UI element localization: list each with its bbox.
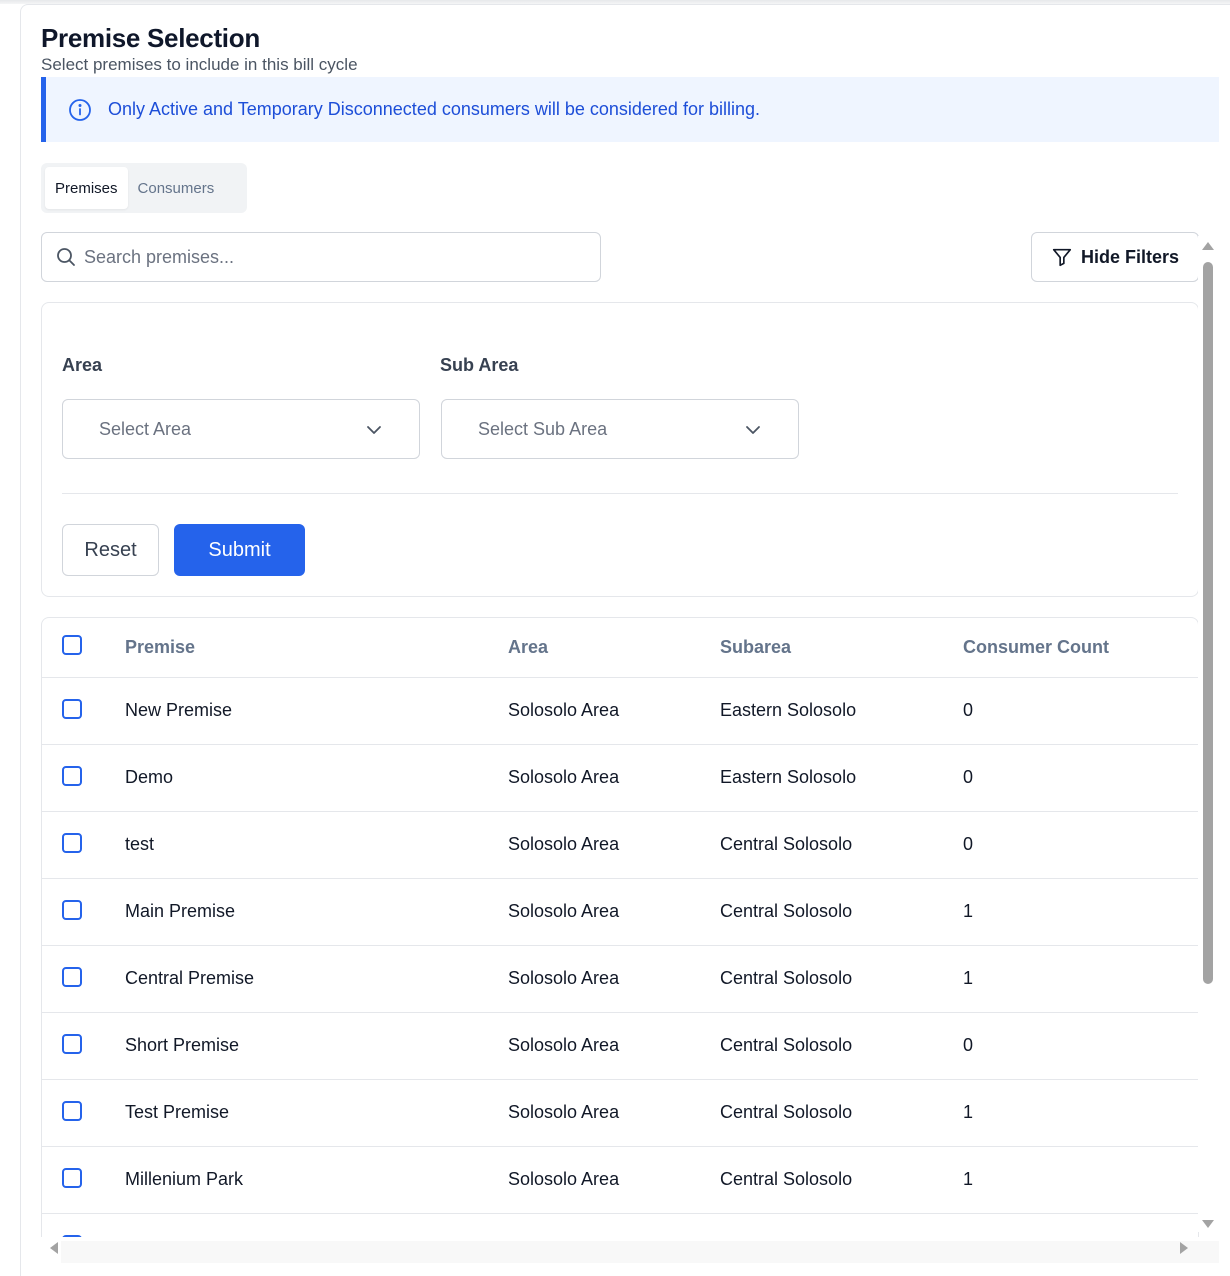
column-header-consumer-count[interactable]: Consumer Count	[963, 637, 1109, 658]
table-row[interactable]	[42, 1214, 1198, 1237]
column-header-area[interactable]: Area	[508, 637, 548, 658]
cell-premise: test	[125, 834, 155, 854]
table-row[interactable]: Main Premise Solosolo Area Central Solosol…	[42, 879, 1198, 946]
page-title: Premise Selection	[41, 23, 260, 53]
cell-premise: Millenium Park	[125, 1169, 244, 1189]
table-row[interactable]: Test Premise Solosolo Area Central Solosol…	[42, 1080, 1198, 1147]
select-all-checkbox[interactable]	[62, 635, 82, 655]
cell-premise: Main Premise	[125, 901, 236, 921]
filter-icon	[1051, 246, 1073, 268]
table-header-row: Premise Area Subarea Consumer Count	[42, 618, 1198, 678]
cell-subarea: Eastern Solosolo	[720, 767, 857, 787]
table-row[interactable]: Central Premise Solosolo Area Central Solo…	[42, 946, 1198, 1013]
row-checkbox[interactable]	[62, 967, 82, 987]
row-checkbox[interactable]	[62, 833, 82, 853]
subarea-label: Sub Area	[440, 355, 519, 375]
cell-subarea: Central Solosolo	[720, 1169, 853, 1189]
row-checkbox[interactable]	[62, 1235, 82, 1237]
cell-consumer-count: 1	[963, 1169, 974, 1189]
table-row[interactable]: Millenium Park Solosolo Area Central Solos…	[42, 1147, 1198, 1214]
table-row[interactable]: test Solosolo Area Central Solosolo 0	[42, 812, 1198, 879]
cell-area: Solosolo Area	[508, 901, 620, 921]
tab-premises[interactable]: Premises	[45, 167, 128, 209]
cell-area: Solosolo Area	[508, 1169, 620, 1189]
cell-consumer-count: 1	[963, 968, 974, 988]
cell-area: Solosolo Area	[508, 834, 620, 854]
page-subtitle: Select premises to include in this bill …	[41, 55, 358, 74]
cell-area: Solosolo Area	[508, 1035, 620, 1055]
cell-consumer-count: 0	[963, 767, 974, 787]
table-row[interactable]: Demo Solosolo Area Eastern Solosolo 0	[42, 745, 1198, 812]
cell-consumer-count: 0	[963, 700, 974, 720]
premises-table: Premise Area Subarea Consumer Count New …	[41, 617, 1199, 1237]
cell-premise: Test Premise	[125, 1102, 230, 1122]
cell-premise: Central Premise	[125, 968, 255, 988]
scroll-left-arrow[interactable]	[50, 1242, 58, 1254]
column-header-premise[interactable]: Premise	[125, 637, 195, 658]
row-checkbox[interactable]	[62, 699, 82, 719]
cell-area: Solosolo Area	[508, 700, 620, 720]
cell-consumer-count: 0	[963, 1035, 974, 1055]
horizontal-scrollbar[interactable]	[61, 1241, 1219, 1263]
search-icon	[56, 247, 76, 267]
cell-area: Solosolo Area	[508, 1102, 620, 1122]
area-select-value: Select Area	[99, 418, 192, 439]
cell-subarea: Central Solosolo	[720, 1102, 853, 1122]
subarea-select-value: Select Sub Area	[478, 418, 608, 439]
table-row[interactable]: Short Premise Solosolo Area Central Soloso…	[42, 1013, 1198, 1080]
cell-consumer-count: 1	[963, 901, 974, 921]
subarea-select[interactable]: Select Sub Area	[441, 399, 799, 459]
row-checkbox[interactable]	[62, 1168, 82, 1188]
cell-subarea: Central Solosolo	[720, 968, 853, 988]
cell-subarea: Central Solosolo	[720, 1035, 853, 1055]
cell-premise: Demo	[125, 767, 174, 787]
row-checkbox[interactable]	[62, 900, 82, 920]
search-box	[41, 232, 601, 282]
cell-subarea: Central Solosolo	[720, 834, 853, 854]
filter-panel: Area Sub Area Select Area Select Sub Are…	[41, 302, 1199, 597]
chevron-down-icon	[744, 421, 762, 439]
tab-consumers[interactable]: Consumers	[128, 167, 225, 209]
cell-consumer-count: 0	[963, 834, 974, 854]
cell-subarea: Central Solosolo	[720, 901, 853, 921]
cell-area: Solosolo Area	[508, 767, 620, 787]
tab-list: Premises Consumers	[41, 163, 247, 213]
column-header-subarea[interactable]: Subarea	[720, 637, 791, 658]
cell-premise: New Premise	[125, 700, 233, 720]
cell-consumer-count: 1	[963, 1102, 974, 1122]
premise-selection-panel: Premise Selection Select premises to inc…	[20, 4, 1230, 1276]
table-row[interactable]: New Premise Solosolo Area Eastern Solosolo…	[42, 678, 1198, 745]
row-checkbox[interactable]	[62, 1034, 82, 1054]
vertical-scrollbar-thumb[interactable]	[1203, 262, 1213, 984]
cell-premise: Short Premise	[125, 1035, 240, 1055]
submit-button[interactable]: Submit	[174, 524, 305, 576]
row-checkbox[interactable]	[62, 766, 82, 786]
filter-divider	[62, 493, 1178, 494]
reset-button[interactable]: Reset	[62, 524, 159, 576]
row-checkbox[interactable]	[62, 1101, 82, 1121]
scroll-right-arrow[interactable]	[1180, 1242, 1188, 1254]
search-input[interactable]	[84, 246, 564, 268]
hide-filters-button[interactable]: Hide Filters	[1031, 232, 1199, 282]
billing-info-alert: Only Active and Temporary Disconnected c…	[41, 77, 1219, 142]
alert-text: Only Active and Temporary Disconnected c…	[108, 99, 760, 119]
info-icon	[68, 98, 92, 122]
cell-subarea: Eastern Solosolo	[720, 700, 857, 720]
hide-filters-label: Hide Filters	[1080, 246, 1180, 267]
scroll-up-arrow[interactable]	[1202, 242, 1214, 250]
area-label: Area	[62, 355, 103, 375]
chevron-down-icon	[365, 421, 383, 439]
area-select[interactable]: Select Area	[62, 399, 420, 459]
cell-area: Solosolo Area	[508, 968, 620, 988]
scroll-down-arrow[interactable]	[1202, 1220, 1214, 1228]
